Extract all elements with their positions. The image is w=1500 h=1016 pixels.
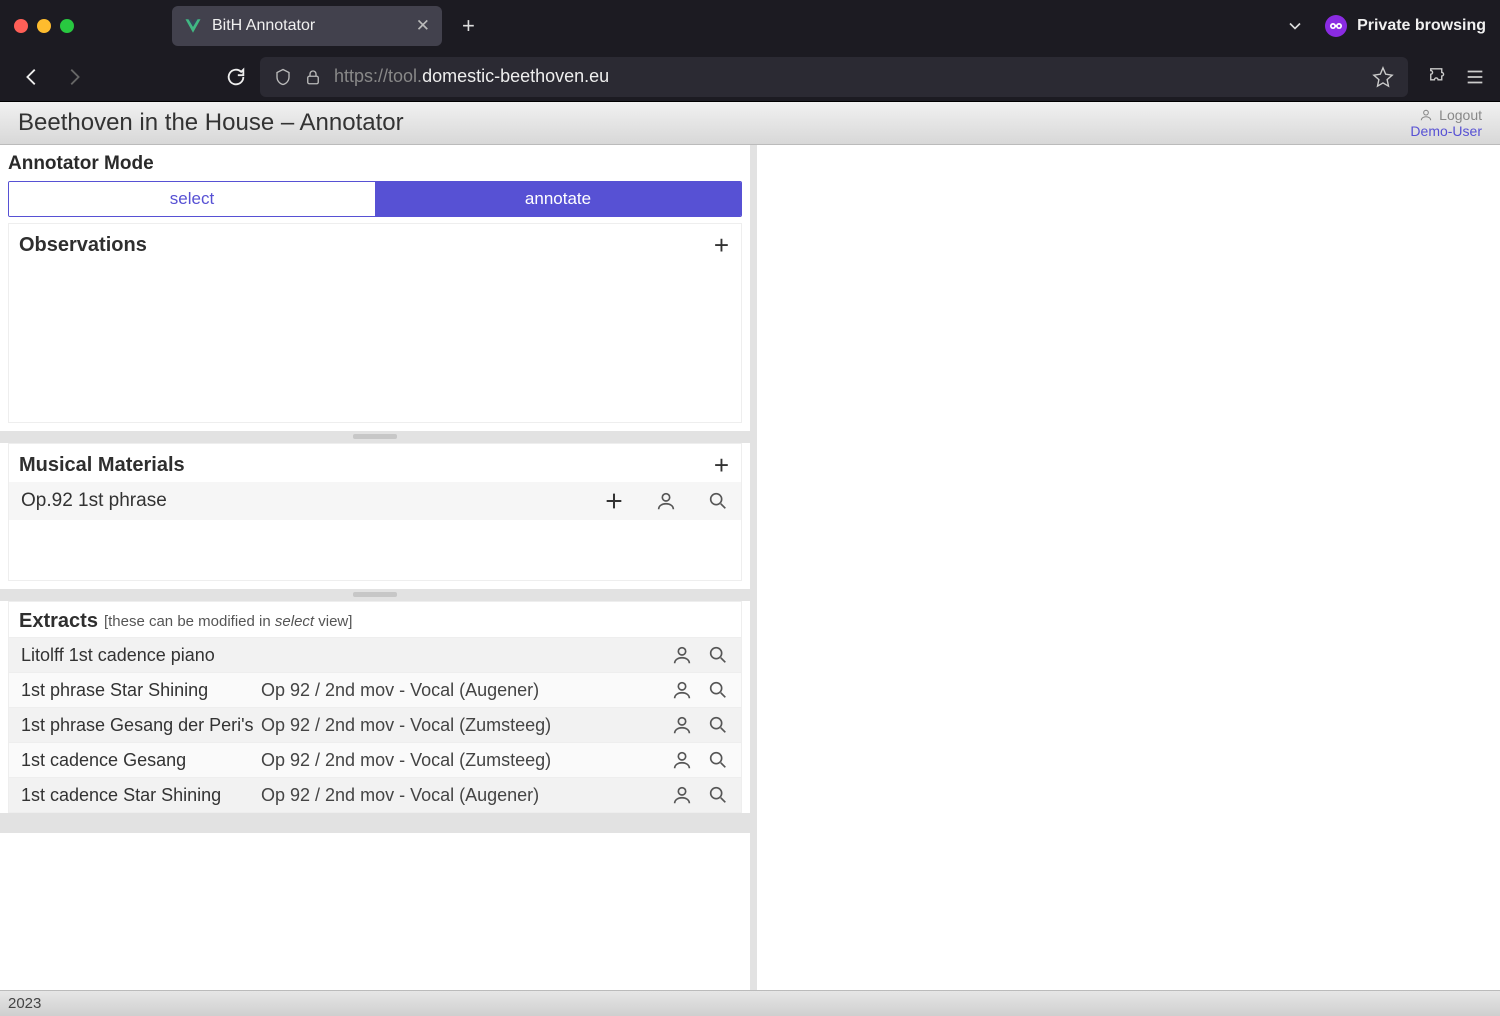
footer: 2023	[0, 990, 1500, 1016]
mode-label: Annotator Mode	[8, 153, 742, 175]
extract-row[interactable]: 1st phrase Star Shining Op 92 / 2nd mov …	[9, 672, 741, 707]
user-icon[interactable]	[655, 490, 677, 512]
reload-button[interactable]	[218, 59, 254, 95]
shield-icon	[274, 68, 292, 86]
extract-name: Litolff 1st cadence piano	[21, 645, 261, 666]
observations-title: Observations	[19, 234, 147, 257]
search-icon[interactable]	[707, 490, 729, 512]
extracts-panel: Extracts [these can be modified in selec…	[8, 601, 742, 813]
window-max-dot[interactable]	[60, 19, 74, 33]
mode-toggle: select annotate	[8, 181, 742, 217]
search-icon[interactable]	[707, 784, 729, 806]
user-icon	[1419, 108, 1433, 122]
user-icon[interactable]	[671, 784, 693, 806]
browser-tab[interactable]: BitH Annotator ✕	[172, 6, 442, 46]
app-header: Beethoven in the House – Annotator Logou…	[0, 102, 1500, 145]
extract-detail: Op 92 / 2nd mov - Vocal (Zumsteeg)	[261, 715, 671, 736]
private-browsing-badge: Private browsing	[1325, 15, 1486, 37]
tab-title: BitH Annotator	[212, 17, 406, 35]
footer-year: 2023	[8, 995, 41, 1012]
material-row[interactable]: Op.92 1st phrase	[9, 482, 741, 520]
window-min-dot[interactable]	[37, 19, 51, 33]
pane-divider[interactable]	[0, 589, 750, 601]
extracts-title: Extracts	[19, 610, 98, 633]
material-name: Op.92 1st phrase	[21, 490, 167, 512]
plus-icon[interactable]	[603, 490, 625, 512]
materials-title: Musical Materials	[19, 454, 185, 477]
content-area: Annotator Mode select annotate Observati…	[0, 145, 1500, 990]
search-icon[interactable]	[707, 679, 729, 701]
vue-icon	[184, 17, 202, 35]
window-controls	[14, 19, 74, 33]
user-icon[interactable]	[671, 679, 693, 701]
lock-icon	[304, 68, 322, 86]
search-icon[interactable]	[707, 749, 729, 771]
browser-toolbar: https://tool.domestic-beethoven.eu	[0, 52, 1500, 102]
browser-tab-strip: BitH Annotator ✕ + Private browsing	[0, 0, 1500, 52]
star-icon[interactable]	[1372, 66, 1394, 88]
extract-name: 1st cadence Gesang	[21, 750, 261, 771]
add-material-button[interactable]: +	[714, 452, 729, 478]
extract-row[interactable]: 1st cadence Star Shining Op 92 / 2nd mov…	[9, 777, 741, 812]
search-icon[interactable]	[707, 714, 729, 736]
tab-close-icon[interactable]: ✕	[416, 16, 430, 36]
user-icon[interactable]	[671, 749, 693, 771]
url-text: https://tool.domestic-beethoven.eu	[334, 66, 609, 87]
user-icon[interactable]	[671, 644, 693, 666]
private-browsing-label: Private browsing	[1357, 17, 1486, 35]
materials-panel: Musical Materials + Op.92 1st phrase	[8, 443, 742, 581]
search-icon[interactable]	[707, 644, 729, 666]
new-tab-button[interactable]: +	[462, 13, 475, 39]
extract-detail: Op 92 / 2nd mov - Vocal (Augener)	[261, 680, 671, 701]
extract-name: 1st cadence Star Shining	[21, 785, 261, 806]
menu-icon[interactable]	[1464, 66, 1486, 88]
extract-name: 1st phrase Gesang der Peri's	[21, 715, 261, 736]
extract-row[interactable]: 1st cadence Gesang Op 92 / 2nd mov - Voc…	[9, 742, 741, 777]
pane-divider[interactable]	[0, 431, 750, 443]
extract-detail: Op 92 / 2nd mov - Vocal (Zumsteeg)	[261, 750, 671, 771]
left-pane: Annotator Mode select annotate Observati…	[0, 145, 757, 990]
puzzle-icon[interactable]	[1428, 66, 1450, 88]
mask-icon	[1325, 15, 1347, 37]
user-icon[interactable]	[671, 714, 693, 736]
url-bar[interactable]: https://tool.domestic-beethoven.eu	[260, 57, 1408, 97]
extract-name: 1st phrase Star Shining	[21, 680, 261, 701]
page-title: Beethoven in the House – Annotator	[18, 109, 404, 137]
forward-button[interactable]	[56, 59, 92, 95]
extract-row[interactable]: Litolff 1st cadence piano	[9, 637, 741, 672]
extract-detail: Op 92 / 2nd mov - Vocal (Augener)	[261, 785, 671, 806]
mode-select-button[interactable]: select	[9, 182, 375, 216]
observations-panel: Observations +	[8, 223, 742, 423]
add-observation-button[interactable]: +	[714, 232, 729, 258]
user-name: Demo-User	[1410, 123, 1482, 139]
logout-link[interactable]: Logout	[1410, 107, 1482, 123]
back-button[interactable]	[14, 59, 50, 95]
window-close-dot[interactable]	[14, 19, 28, 33]
extract-row[interactable]: 1st phrase Gesang der Peri's Op 92 / 2nd…	[9, 707, 741, 742]
extracts-note: [these can be modified in select view]	[104, 613, 352, 630]
mode-annotate-button[interactable]: annotate	[375, 182, 741, 216]
right-pane	[757, 145, 1500, 990]
chevron-down-icon[interactable]	[1285, 16, 1305, 36]
